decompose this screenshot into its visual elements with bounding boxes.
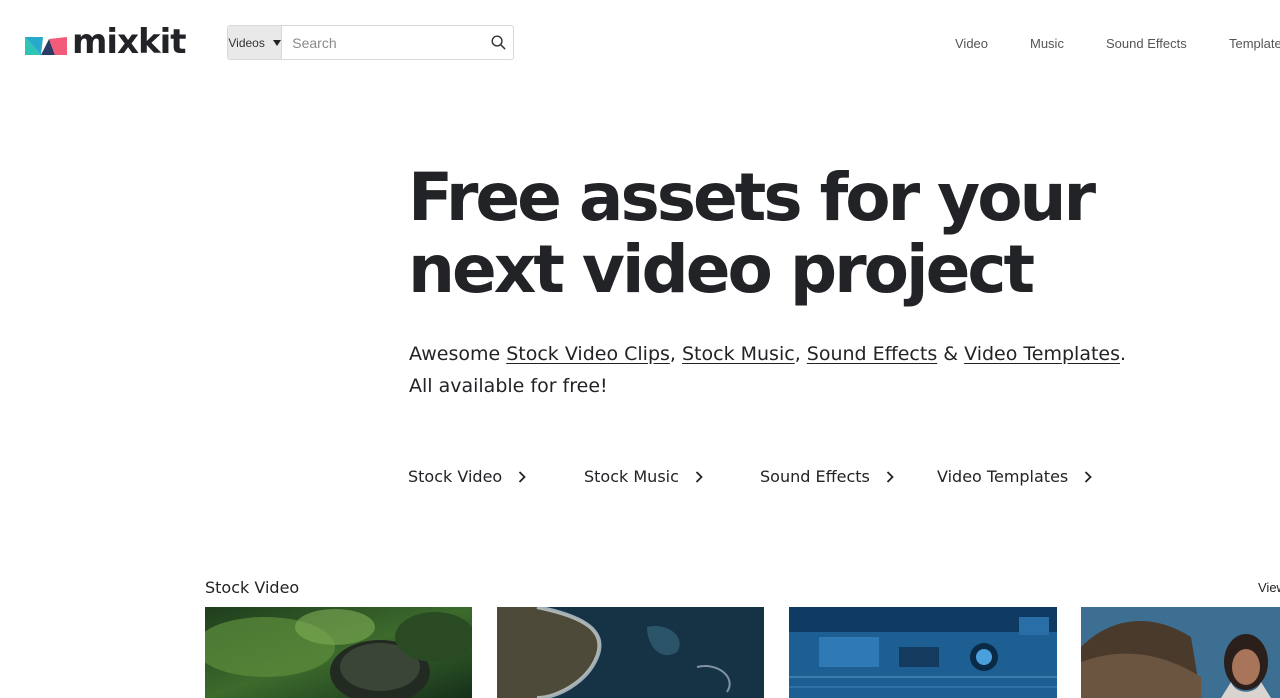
stock-video-clips-link[interactable]: Stock Video Clips bbox=[506, 343, 670, 365]
quicklink-sound-effects[interactable]: Sound Effects bbox=[760, 467, 894, 486]
hero-sub-separator: , bbox=[794, 343, 807, 365]
quicklink-label: Stock Music bbox=[584, 467, 679, 486]
quick-links: Stock Video Stock Music Sound Effects Vi… bbox=[0, 467, 1280, 491]
stock-video-section-title: Stock Video bbox=[205, 578, 300, 597]
quicklink-stock-video[interactable]: Stock Video bbox=[408, 467, 526, 486]
hero-sub-prefix: Awesome bbox=[409, 343, 507, 365]
caret-down-icon bbox=[272, 39, 281, 46]
logo-wordmark: mixkit bbox=[72, 22, 187, 62]
hero-title-line1: Free assets for your bbox=[408, 159, 1096, 236]
hero-title-line2: next video project bbox=[408, 231, 1035, 308]
sound-effects-link[interactable]: Sound Effects bbox=[807, 343, 937, 365]
hero-sub-separator: , bbox=[669, 343, 682, 365]
hero-title: Free assets for your next video project bbox=[408, 162, 1168, 306]
quicklink-label: Video Templates bbox=[937, 467, 1069, 486]
hero-sub-separator: & bbox=[937, 343, 965, 365]
chevron-right-icon bbox=[695, 470, 703, 483]
search-button[interactable] bbox=[483, 26, 513, 59]
quicklink-label: Sound Effects bbox=[760, 467, 870, 486]
quicklink-stock-music[interactable]: Stock Music bbox=[584, 467, 703, 486]
mixkit-logo-mark-icon bbox=[25, 37, 67, 55]
search-type-dropdown[interactable]: Videos bbox=[228, 26, 283, 59]
search-type-label: Videos bbox=[228, 35, 265, 50]
search-icon bbox=[491, 35, 506, 50]
video-thumbnail-beach-portrait[interactable] bbox=[1081, 607, 1280, 698]
hero-sub-separator: . bbox=[1120, 343, 1127, 365]
nav-music-link[interactable]: Music bbox=[1030, 36, 1064, 51]
video-thumbnail-leaves[interactable] bbox=[205, 607, 472, 698]
chevron-right-icon bbox=[1084, 470, 1093, 483]
nav-sound-effects-link[interactable]: Sound Effects bbox=[1106, 36, 1187, 51]
site-header: mixkit Videos Video Music Sound Effects … bbox=[0, 0, 1280, 86]
video-thumbnail-circuit-board[interactable] bbox=[789, 607, 1057, 698]
search-bar: Videos bbox=[227, 25, 514, 60]
hero-sub-line2: All available for free! bbox=[409, 375, 608, 397]
hero-subtitle: Awesome Stock Video Clips, Stock Music, … bbox=[409, 338, 1209, 402]
nav-templates-link[interactable]: Templates bbox=[1229, 36, 1280, 51]
chevron-right-icon bbox=[518, 470, 526, 483]
nav-video-link[interactable]: Video bbox=[955, 36, 988, 51]
video-thumbnail-aerial-coast[interactable] bbox=[497, 607, 764, 698]
quicklink-label: Stock Video bbox=[408, 467, 503, 486]
mixkit-logo[interactable]: mixkit bbox=[25, 22, 187, 64]
search-input[interactable] bbox=[282, 26, 484, 59]
quicklink-video-templates[interactable]: Video Templates bbox=[937, 467, 1093, 486]
view-all-link[interactable]: View all bbox=[1258, 580, 1280, 595]
stock-music-link[interactable]: Stock Music bbox=[682, 343, 795, 365]
video-templates-link[interactable]: Video Templates bbox=[964, 343, 1120, 365]
chevron-right-icon bbox=[886, 470, 894, 483]
